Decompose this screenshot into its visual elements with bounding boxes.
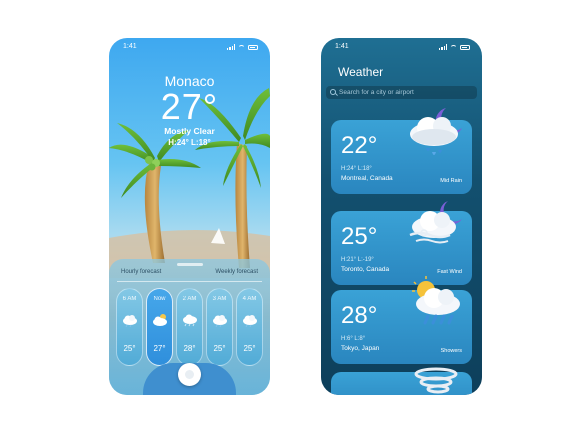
hour-temperature: 25° — [123, 344, 136, 353]
phone-weather-detail: 1:41 Monaco 27° Mostly Clear H:24° L:18°… — [109, 38, 270, 395]
city-weather-card[interactable]: 28° H:6° L:8° Tokyo, Japan Showers — [331, 276, 472, 364]
current-temperature: 27° — [160, 86, 219, 127]
hour-label: 3 AM — [212, 296, 227, 302]
cloud-sun-icon — [153, 314, 167, 326]
hourly-forecast-list: 6 AM 25° Now 27° 2 AM 28° 3 AM 25° 4 AM — [116, 288, 263, 366]
card-location: Tokyo, Japan — [341, 345, 380, 352]
page-title: Weather — [338, 65, 384, 79]
cloud-icon — [213, 315, 227, 327]
search-input[interactable] — [339, 87, 474, 98]
card-condition: Showers — [440, 348, 462, 354]
moon-cloud-rain-icon — [410, 108, 462, 155]
status-time: 1:41 — [335, 43, 349, 50]
card-temperature: 25° — [341, 223, 378, 250]
moon-cloud-wind-icon — [409, 201, 462, 244]
cloud-rain-icon — [183, 314, 197, 327]
hour-temperature: 27° — [153, 344, 166, 353]
hour-temperature: 28° — [183, 344, 196, 353]
hour-label: 2 AM — [182, 296, 197, 302]
wifi-icon — [450, 44, 457, 50]
card-temperature: 28° — [341, 302, 378, 329]
current-condition: Mostly Clear — [164, 126, 215, 136]
cloud-icon — [123, 315, 137, 327]
hourly-forecast-item[interactable]: Now 27° — [146, 288, 173, 366]
signal-icon — [439, 44, 447, 50]
hour-temperature: 25° — [243, 344, 256, 353]
card-location: Montreal, Canada — [341, 175, 393, 182]
card-condition: Mid Rain — [440, 178, 462, 184]
hour-label: Now — [153, 296, 166, 302]
hour-temperature: 25° — [213, 344, 226, 353]
forecast-panel: Hourly forecast Weekly forecast 6 AM 25°… — [109, 259, 270, 395]
card-high-low: H:21° L:-19° — [341, 257, 374, 263]
hourly-forecast-item[interactable]: 2 AM 28° — [176, 288, 203, 366]
sun-cloud-rain-icon — [412, 276, 460, 325]
high-low-temperature: H:24° L:18° — [168, 138, 211, 147]
card-location: Toronto, Canada — [341, 266, 390, 273]
search-bar[interactable] — [326, 86, 477, 99]
hour-label: 4 AM — [242, 296, 257, 302]
search-icon — [330, 89, 336, 95]
tab-weekly-forecast[interactable]: Weekly forecast — [215, 269, 258, 275]
card-temperature: 22° — [341, 132, 378, 159]
hour-label: 6 AM — [122, 296, 137, 302]
tornado-icon — [414, 367, 458, 394]
hourly-forecast-item[interactable]: 4 AM 25° — [236, 288, 263, 366]
status-bar: 1:41 — [321, 43, 482, 53]
battery-icon — [460, 44, 470, 50]
divider — [117, 281, 262, 282]
hourly-forecast-item[interactable]: 6 AM 25° — [116, 288, 143, 366]
tab-hourly-forecast[interactable]: Hourly forecast — [121, 269, 161, 275]
city-weather-card[interactable] — [331, 367, 472, 395]
card-high-low: H:24° L:18° — [341, 166, 372, 172]
cloud-icon — [243, 315, 257, 327]
status-icons — [439, 44, 470, 50]
phone-weather-list: 1:41 Weather 22° H:24° L:18° Montreal, C… — [321, 38, 482, 395]
card-high-low: H:6° L:8° — [341, 336, 366, 342]
city-weather-card[interactable]: 22° H:24° L:18° Montreal, Canada Mid Rai… — [331, 108, 472, 194]
hourly-forecast-item[interactable]: 3 AM 25° — [206, 288, 233, 366]
drag-handle[interactable] — [177, 263, 203, 266]
home-button[interactable] — [178, 363, 201, 386]
